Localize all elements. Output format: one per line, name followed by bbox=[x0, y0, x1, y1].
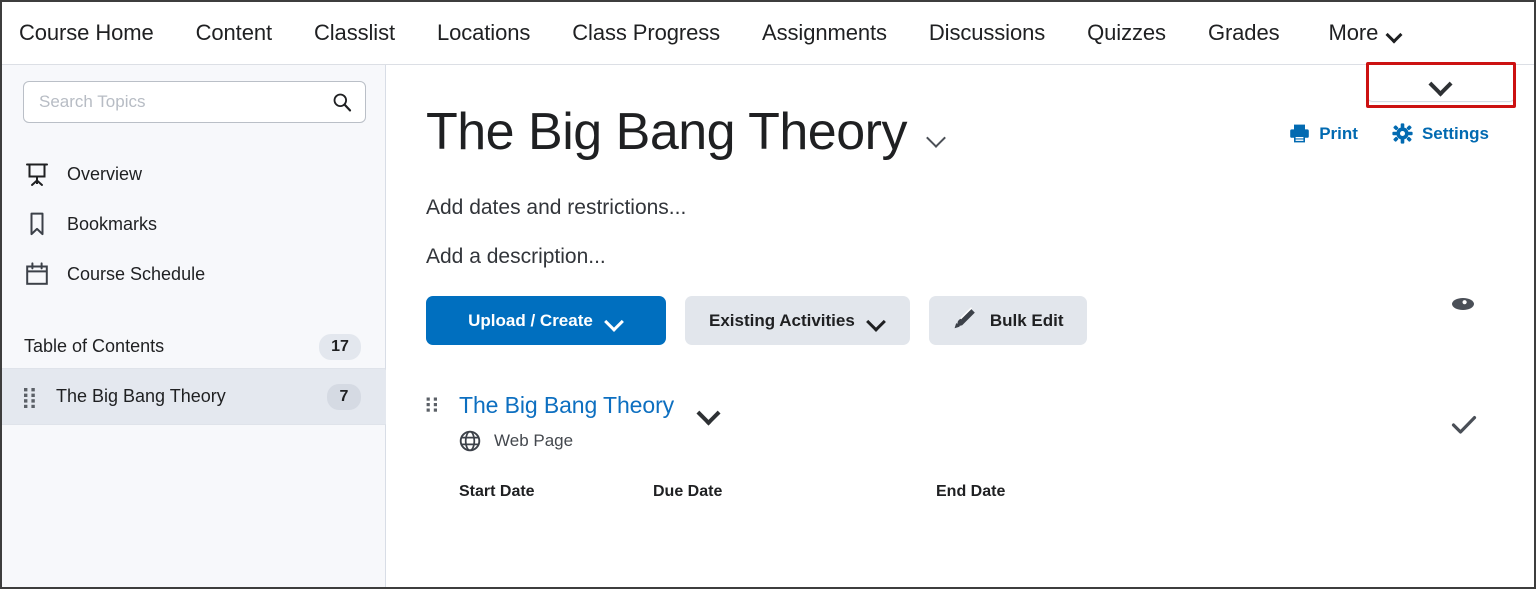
start-date-header: Start Date bbox=[459, 483, 535, 500]
print-button[interactable]: Print bbox=[1289, 123, 1358, 144]
nav-item-discussions[interactable]: Discussions bbox=[929, 20, 1045, 46]
nav-item-content[interactable]: Content bbox=[196, 20, 272, 46]
sidebar-module-label: The Big Bang Theory bbox=[56, 386, 226, 406]
date-column-headers: Start Date Due Date End Date bbox=[459, 483, 1534, 501]
search-topics-field[interactable] bbox=[23, 81, 366, 123]
content-topic-row: The Big Bang Theory Web Page Start Date … bbox=[426, 392, 1534, 501]
existing-activities-button[interactable]: Existing Activities bbox=[685, 296, 910, 345]
add-description-link[interactable]: Add a description... bbox=[426, 245, 1534, 269]
eye-icon[interactable] bbox=[1449, 293, 1477, 315]
chevron-down-icon bbox=[606, 315, 624, 326]
table-of-contents-label: Table of Contents bbox=[24, 336, 165, 356]
sidebar-item-course-schedule[interactable]: Course Schedule bbox=[2, 249, 385, 299]
upload-create-label: Upload / Create bbox=[468, 310, 593, 330]
content-sidebar: Overview Bookmarks bbox=[2, 65, 407, 587]
course-content-page: Course Home Content Classlist Locations … bbox=[0, 0, 1536, 589]
page-title: The Big Bang Theory bbox=[426, 103, 907, 161]
sidebar-module-count: 7 bbox=[327, 383, 361, 410]
calendar-icon bbox=[24, 261, 50, 287]
content-topic-header: The Big Bang Theory bbox=[426, 392, 1534, 419]
action-button-row: Upload / Create Existing Activities Bulk… bbox=[426, 296, 1534, 345]
drag-handle-icon[interactable] bbox=[23, 386, 37, 408]
end-date-header: End Date bbox=[936, 483, 1006, 500]
drag-handle-icon[interactable] bbox=[426, 396, 439, 417]
table-of-contents-header[interactable]: Table of Contents 17 bbox=[2, 325, 385, 369]
nav-item-locations[interactable]: Locations bbox=[437, 20, 530, 46]
utility-links: Print Settings bbox=[1289, 123, 1489, 144]
search-icon[interactable] bbox=[332, 92, 352, 112]
presentation-icon bbox=[24, 161, 50, 187]
content-topic-chevron-down-icon[interactable] bbox=[698, 405, 720, 418]
nav-item-class-progress[interactable]: Class Progress bbox=[572, 20, 720, 46]
content-topic-type-label: Web Page bbox=[494, 431, 574, 450]
settings-label: Settings bbox=[1421, 123, 1489, 143]
nav-item-grades[interactable]: Grades bbox=[1208, 20, 1280, 46]
top-right-dropdown-button[interactable] bbox=[1366, 65, 1516, 102]
sidebar-item-bookmarks-label: Bookmarks bbox=[67, 213, 158, 234]
search-input[interactable] bbox=[39, 92, 332, 112]
bulk-edit-button[interactable]: Bulk Edit bbox=[928, 296, 1088, 345]
bulk-edit-label: Bulk Edit bbox=[989, 310, 1064, 330]
sidebar-nav-list: Overview Bookmarks Course Schedule bbox=[2, 149, 385, 299]
upload-create-button[interactable]: Upload / Create bbox=[426, 296, 666, 345]
pencil-icon bbox=[953, 306, 977, 335]
add-dates-restrictions-link[interactable]: Add dates and restrictions... bbox=[426, 196, 1534, 220]
course-navbar: Course Home Content Classlist Locations … bbox=[2, 2, 1534, 65]
chevron-down-icon bbox=[1430, 76, 1452, 89]
content-topic-link[interactable]: The Big Bang Theory bbox=[459, 392, 674, 419]
nav-item-assignments[interactable]: Assignments bbox=[762, 20, 887, 46]
sidebar-item-bookmarks[interactable]: Bookmarks bbox=[2, 199, 385, 249]
page-body: Overview Bookmarks bbox=[2, 65, 1534, 587]
nav-item-classlist[interactable]: Classlist bbox=[314, 20, 395, 46]
existing-activities-label: Existing Activities bbox=[709, 310, 855, 330]
due-date-header: Due Date bbox=[653, 483, 723, 500]
globe-icon bbox=[459, 430, 481, 452]
top-right-dropdown-holder bbox=[1366, 65, 1516, 102]
chevron-down-icon bbox=[868, 315, 886, 326]
print-label: Print bbox=[1319, 123, 1358, 143]
sidebar-module-the-big-bang-theory[interactable]: The Big Bang Theory 7 bbox=[2, 369, 407, 425]
page-title-chevron-down-icon[interactable] bbox=[928, 131, 948, 143]
nav-item-more-label: More bbox=[1328, 20, 1379, 45]
nav-item-course-home[interactable]: Course Home bbox=[19, 20, 154, 46]
bookmark-icon bbox=[24, 211, 50, 237]
printer-icon bbox=[1289, 123, 1310, 144]
table-of-contents-count: 17 bbox=[319, 333, 361, 360]
content-topic-type: Web Page bbox=[459, 430, 1534, 452]
gear-icon bbox=[1392, 123, 1413, 144]
sidebar-item-course-schedule-label: Course Schedule bbox=[67, 263, 206, 284]
check-icon[interactable] bbox=[1451, 415, 1477, 435]
nav-item-more[interactable]: More bbox=[1328, 20, 1402, 46]
nav-item-quizzes[interactable]: Quizzes bbox=[1087, 20, 1166, 46]
settings-button[interactable]: Settings bbox=[1392, 123, 1489, 144]
sidebar-item-overview-label: Overview bbox=[67, 163, 143, 184]
sidebar-item-overview[interactable]: Overview bbox=[2, 149, 385, 199]
chevron-down-icon bbox=[1387, 29, 1402, 38]
content-main-panel: The Big Bang Theory Print Settings Add d… bbox=[386, 65, 1534, 587]
